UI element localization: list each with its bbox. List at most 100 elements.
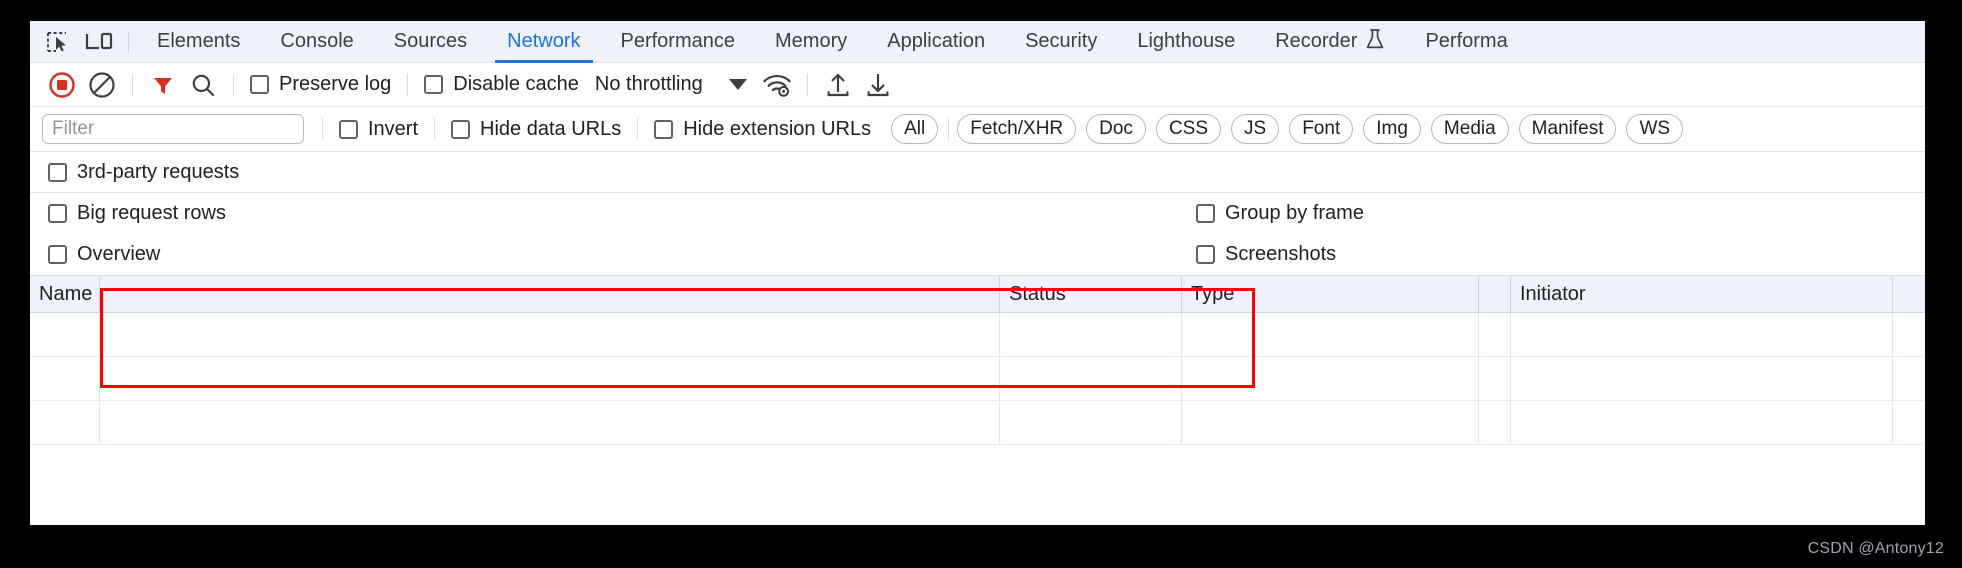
type-filter-font[interactable]: Font [1289, 114, 1354, 144]
group-by-frame-container: Group by frame [1190, 202, 1370, 225]
type-filter-fetch-xhr[interactable]: Fetch/XHR [957, 114, 1077, 144]
tab-application[interactable]: Application [867, 21, 1005, 63]
column-header-name-spacer[interactable] [100, 276, 1000, 312]
network-toolbar: Preserve log Disable cache No throttling [30, 63, 1925, 107]
type-filter-ws[interactable]: WS [1626, 114, 1684, 144]
table-cell-name-spacer [100, 401, 1000, 444]
type-filter-media[interactable]: Media [1430, 114, 1509, 144]
tab-console[interactable]: Console [260, 21, 373, 63]
device-toolbar-icon[interactable] [78, 21, 120, 63]
third-party-requests-checkbox[interactable]: 3rd-party requests [42, 161, 245, 184]
invert-label: Invert [368, 117, 419, 140]
filterbar-divider [637, 118, 639, 140]
hide-extension-urls-checkbox[interactable]: Hide extension URLs [648, 118, 877, 141]
disable-cache-checkbox[interactable]: Disable cache [418, 73, 585, 96]
preserve-log-checkbox[interactable]: Preserve log [244, 73, 397, 96]
table-cell-type [1182, 313, 1479, 356]
clear-network-log-icon[interactable] [82, 65, 122, 105]
overview-checkbox[interactable]: Overview [42, 243, 166, 266]
overview-label: Overview [77, 243, 161, 265]
hide-data-urls-checkbox[interactable]: Hide data URLs [445, 118, 627, 141]
table-row[interactable] [30, 313, 1925, 357]
table-cell-status [1000, 401, 1182, 444]
screenshots-checkbox[interactable]: Screenshots [1190, 243, 1342, 266]
request-table-header: Name Status Type Initiator [30, 275, 1925, 313]
type-filter-all[interactable]: All [891, 114, 939, 144]
chip-label: Font [1302, 118, 1341, 139]
checkbox-box [339, 119, 358, 139]
column-header-name[interactable]: Name [30, 276, 100, 312]
toolbar-divider [132, 73, 133, 96]
screenshots-label: Screenshots [1225, 243, 1337, 265]
type-filter-img[interactable]: Img [1363, 114, 1421, 144]
checkbox-box [48, 204, 67, 223]
toolbar-divider [806, 73, 808, 96]
tab-memory[interactable]: Memory [755, 21, 867, 63]
tab-sources[interactable]: Sources [374, 21, 487, 63]
tab-recorder[interactable]: Recorder [1255, 21, 1405, 63]
table-row[interactable] [30, 401, 1925, 445]
chip-label: All [904, 118, 926, 139]
table-cell-name [30, 401, 100, 444]
group-by-frame-checkbox[interactable]: Group by frame [1190, 202, 1370, 225]
third-party-requests-label: 3rd-party requests [77, 160, 240, 183]
flask-icon [1365, 28, 1385, 56]
filter-funnel-icon[interactable] [143, 65, 183, 105]
tab-security[interactable]: Security [1005, 21, 1117, 63]
tab-lighthouse[interactable]: Lighthouse [1117, 21, 1255, 63]
column-header-status[interactable]: Status [1000, 276, 1182, 312]
big-request-rows-checkbox[interactable]: Big request rows [42, 202, 232, 225]
throttling-dropdown[interactable]: No throttling [585, 73, 757, 96]
type-filter-css[interactable]: CSS [1155, 114, 1222, 144]
preserve-log-label: Preserve log [279, 73, 392, 95]
chip-label: Manifest [1531, 118, 1604, 139]
table-row[interactable] [30, 357, 1925, 401]
tab-elements[interactable]: Elements [137, 21, 260, 63]
chip-label: Doc [1099, 118, 1133, 139]
tab-performance-insights[interactable]: Performa [1405, 21, 1527, 63]
table-cell-name [30, 357, 100, 400]
devtools-tabbar: Elements Console Sources Network Perform… [30, 21, 1925, 63]
record-stop-icon[interactable] [42, 65, 82, 105]
tabbar-divider [128, 30, 129, 53]
column-header-type-spacer[interactable] [1479, 276, 1511, 312]
tab-label: Elements [157, 30, 241, 52]
chip-label: CSS [1168, 118, 1209, 139]
tab-label: Lighthouse [1137, 30, 1236, 52]
export-har-icon[interactable] [858, 65, 898, 105]
tab-label: Performa [1425, 30, 1508, 52]
tab-label: Sources [393, 30, 468, 52]
table-cell-status [1000, 313, 1182, 356]
wifi-settings-icon[interactable] [757, 65, 797, 105]
tab-label: Console [280, 30, 354, 52]
tab-performance[interactable]: Performance [601, 21, 756, 63]
checkbox-box [48, 162, 67, 182]
hide-data-urls-label: Hide data URLs [480, 117, 622, 140]
filterbar-divider [434, 118, 436, 140]
table-cell-name-spacer [100, 313, 1000, 356]
checkbox-box [451, 119, 471, 139]
disable-cache-label: Disable cache [453, 73, 579, 95]
third-party-requests-row: 3rd-party requests [30, 152, 1925, 193]
hide-extension-urls-label: Hide extension URLs [683, 117, 872, 140]
import-har-icon[interactable] [818, 65, 858, 105]
tab-network[interactable]: Network [487, 21, 600, 63]
tab-label: Memory [775, 30, 848, 52]
search-icon[interactable] [183, 65, 223, 105]
type-filter-doc[interactable]: Doc [1086, 114, 1146, 144]
invert-checkbox[interactable]: Invert [333, 118, 424, 141]
filterbar-divider [948, 118, 950, 140]
tab-label: Recorder [1275, 30, 1358, 52]
type-filter-manifest[interactable]: Manifest [1518, 114, 1617, 144]
throttling-value: No throttling [594, 73, 703, 95]
column-header-initiator[interactable]: Initiator [1511, 276, 1893, 312]
table-cell-initiator [1511, 357, 1893, 400]
column-header-type[interactable]: Type [1182, 276, 1479, 312]
screenshots-container: Screenshots [1190, 243, 1342, 266]
checkbox-box [1196, 204, 1215, 223]
table-cell-name [30, 313, 100, 356]
filter-input[interactable] [42, 114, 304, 144]
type-filter-js[interactable]: JS [1231, 114, 1280, 144]
inspect-element-icon[interactable] [36, 21, 78, 63]
request-table: Name Status Type Initiator [30, 275, 1925, 445]
